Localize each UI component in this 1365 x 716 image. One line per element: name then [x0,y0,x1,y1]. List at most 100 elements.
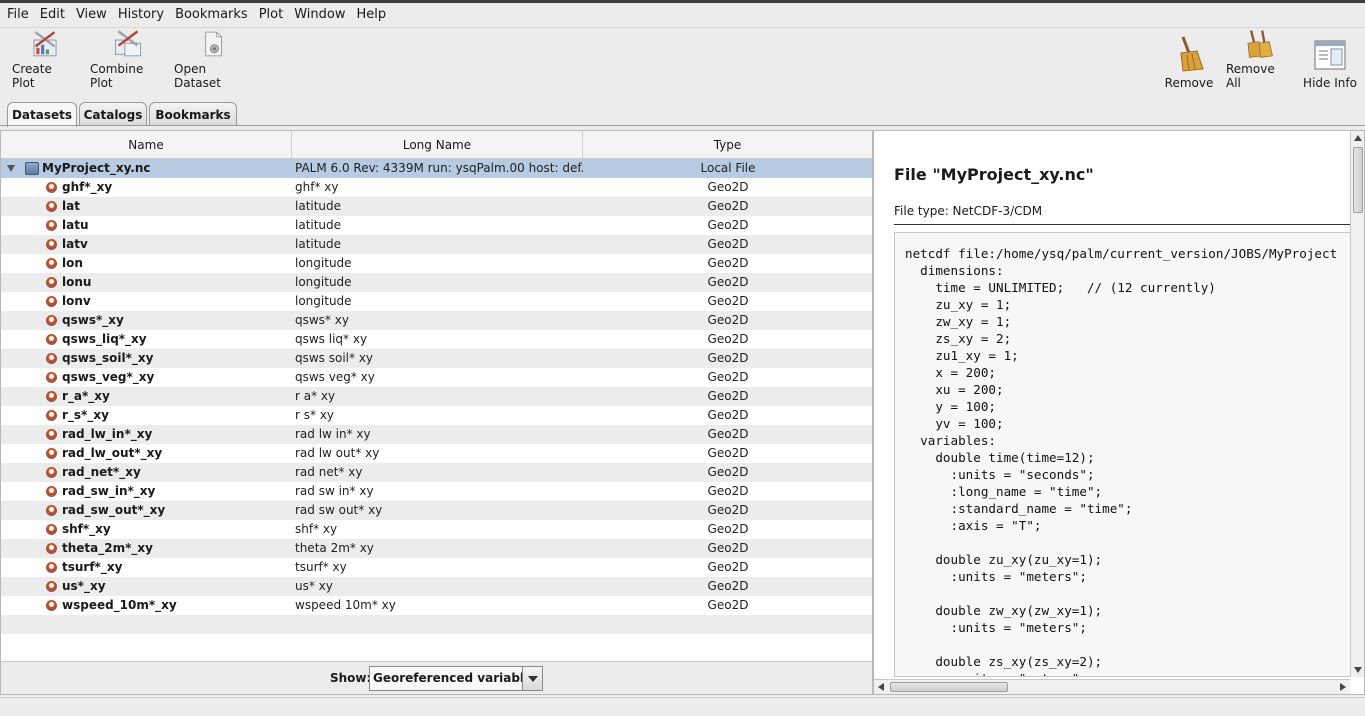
scroll-left-icon[interactable] [878,683,884,691]
open-dataset-label: Open Dataset [174,62,221,90]
dropdown-arrow-icon[interactable] [522,667,542,690]
variable-long-name: longitude [295,256,352,270]
horizontal-scroll-thumb[interactable] [890,682,1008,692]
file-long-name: PALM 6.0 Rev: 4339M run: ysqPalm.00 host… [295,161,583,175]
column-header-type[interactable]: Type [583,131,872,159]
column-header-name[interactable]: Name [1,131,292,159]
variable-icon [46,182,57,193]
variable-icon [46,524,57,535]
netcdf-header-text: netcdf file:/home/ysq/palm/current_versi… [905,246,1338,676]
table-row[interactable]: us*_xy us* xy Geo2D [1,577,872,596]
table-row[interactable]: r_a*_xy r a* xy Geo2D [1,387,872,406]
variable-type: Geo2D [707,541,749,555]
combine-plot-label: Combine Plot [90,62,144,90]
variable-icon [46,277,57,288]
vertical-scrollbar[interactable] [1350,131,1364,677]
variable-long-name: rad net* xy [295,465,363,479]
combine-plot-icon [114,30,142,57]
remove-all-button[interactable]: Remove All [1226,29,1292,95]
table-row[interactable]: qsws_veg*_xy qsws veg* xy Geo2D [1,368,872,387]
netcdf-header-box: netcdf file:/home/ysq/palm/current_versi… [894,232,1354,677]
table-row[interactable]: lonv longitude Geo2D [1,292,872,311]
variable-long-name: qsws veg* xy [295,370,375,384]
dataset-table-panel: Name Long Name Type MyProject_xy.nc PALM… [0,130,873,695]
scroll-right-icon[interactable] [1340,683,1346,691]
combine-plot-button[interactable]: Combine Plot [90,29,166,95]
expand-arrow-icon[interactable] [7,165,15,172]
variable-icon [46,581,57,592]
tab-bookmarks[interactable]: Bookmarks [149,102,237,126]
menu-edit[interactable]: Edit [36,3,69,27]
variable-name: rad_lw_in*_xy [62,427,153,441]
scroll-up-icon[interactable] [1354,135,1362,141]
column-header-long-name[interactable]: Long Name [292,131,583,159]
menu-window[interactable]: Window [290,3,349,27]
table-row[interactable]: latv latitude Geo2D [1,235,872,254]
variable-name: qsws_soil*_xy [62,351,154,365]
horizontal-scrollbar[interactable] [874,679,1350,694]
table-row[interactable]: qsws_liq*_xy qsws liq* xy Geo2D [1,330,872,349]
variable-icon [46,543,57,554]
variable-name: rad_net*_xy [62,465,141,479]
menu-help[interactable]: Help [352,3,390,27]
variable-name: qsws*_xy [62,313,124,327]
variable-long-name: qsws liq* xy [295,332,368,346]
empty-row [1,615,872,634]
table-row[interactable]: lat latitude Geo2D [1,197,872,216]
table-row[interactable]: ghf*_xy ghf* xy Geo2D [1,178,872,197]
empty-row [1,634,872,653]
variable-type: Geo2D [707,313,749,327]
tab-datasets[interactable]: Datasets [7,102,77,127]
table-row[interactable]: tsurf*_xy tsurf* xy Geo2D [1,558,872,577]
table-row[interactable]: latu latitude Geo2D [1,216,872,235]
menu-plot[interactable]: Plot [255,3,288,27]
variable-name: tsurf*_xy [62,560,123,574]
remove-button[interactable]: Remove [1163,29,1215,95]
table-row[interactable]: lonu longitude Geo2D [1,273,872,292]
file-row[interactable]: MyProject_xy.nc PALM 6.0 Rev: 4339M run:… [1,159,872,178]
tab-catalogs[interactable]: Catalogs [79,102,147,126]
table-row[interactable]: qsws_soil*_xy qsws soil* xy Geo2D [1,349,872,368]
info-panel: File "MyProject_xy.nc" File type: NetCDF… [873,130,1365,695]
create-plot-button[interactable]: Create Plot [12,29,78,95]
variable-long-name: longitude [295,294,352,308]
variable-icon [46,391,57,402]
table-row[interactable]: theta_2m*_xy theta 2m* xy Geo2D [1,539,872,558]
variable-long-name: shf* xy [295,522,338,536]
table-row[interactable]: lon longitude Geo2D [1,254,872,273]
hide-info-button[interactable]: Hide Info [1301,29,1359,95]
brooms-icon [1247,30,1273,58]
table-row[interactable]: r_s*_xy r s* xy Geo2D [1,406,872,425]
vertical-scroll-thumb[interactable] [1353,147,1363,213]
variable-icon [46,505,57,516]
table-row[interactable]: wspeed_10m*_xy wspeed 10m* xy Geo2D [1,596,872,615]
tab-divider [0,125,1365,126]
table-row[interactable]: rad_sw_out*_xy rad sw out* xy Geo2D [1,501,872,520]
table-row[interactable]: rad_sw_in*_xy rad sw in* xy Geo2D [1,482,872,501]
show-filter-select[interactable]: Georeferenced variables [369,666,543,691]
variable-long-name: rad sw in* xy [295,484,374,498]
remove-label: Remove [1164,76,1214,90]
variable-type: Geo2D [707,275,749,289]
show-filter-value: Georeferenced variables [373,671,540,685]
menu-view[interactable]: View [72,3,111,27]
scroll-down-icon[interactable] [1354,667,1362,673]
menu-history[interactable]: History [114,3,168,27]
menu-file[interactable]: File [3,3,33,27]
table-row[interactable]: shf*_xy shf* xy Geo2D [1,520,872,539]
table-row[interactable]: rad_net*_xy rad net* xy Geo2D [1,463,872,482]
hide-info-label: Hide Info [1303,76,1357,90]
table-row[interactable]: rad_lw_out*_xy rad lw out* xy Geo2D [1,444,872,463]
open-dataset-button[interactable]: Open Dataset [174,29,250,95]
variable-type: Geo2D [707,408,749,422]
variable-type: Geo2D [707,427,749,441]
variable-type: Geo2D [707,351,749,365]
table-row[interactable]: qsws*_xy qsws* xy Geo2D [1,311,872,330]
table-row[interactable]: rad_lw_in*_xy rad lw in* xy Geo2D [1,425,872,444]
variable-type: Geo2D [707,218,749,232]
variable-type: Geo2D [707,465,749,479]
table-header: Name Long Name Type [1,131,872,159]
status-bar [0,697,1365,716]
menu-bookmarks[interactable]: Bookmarks [171,3,252,27]
variable-icon [46,410,57,421]
